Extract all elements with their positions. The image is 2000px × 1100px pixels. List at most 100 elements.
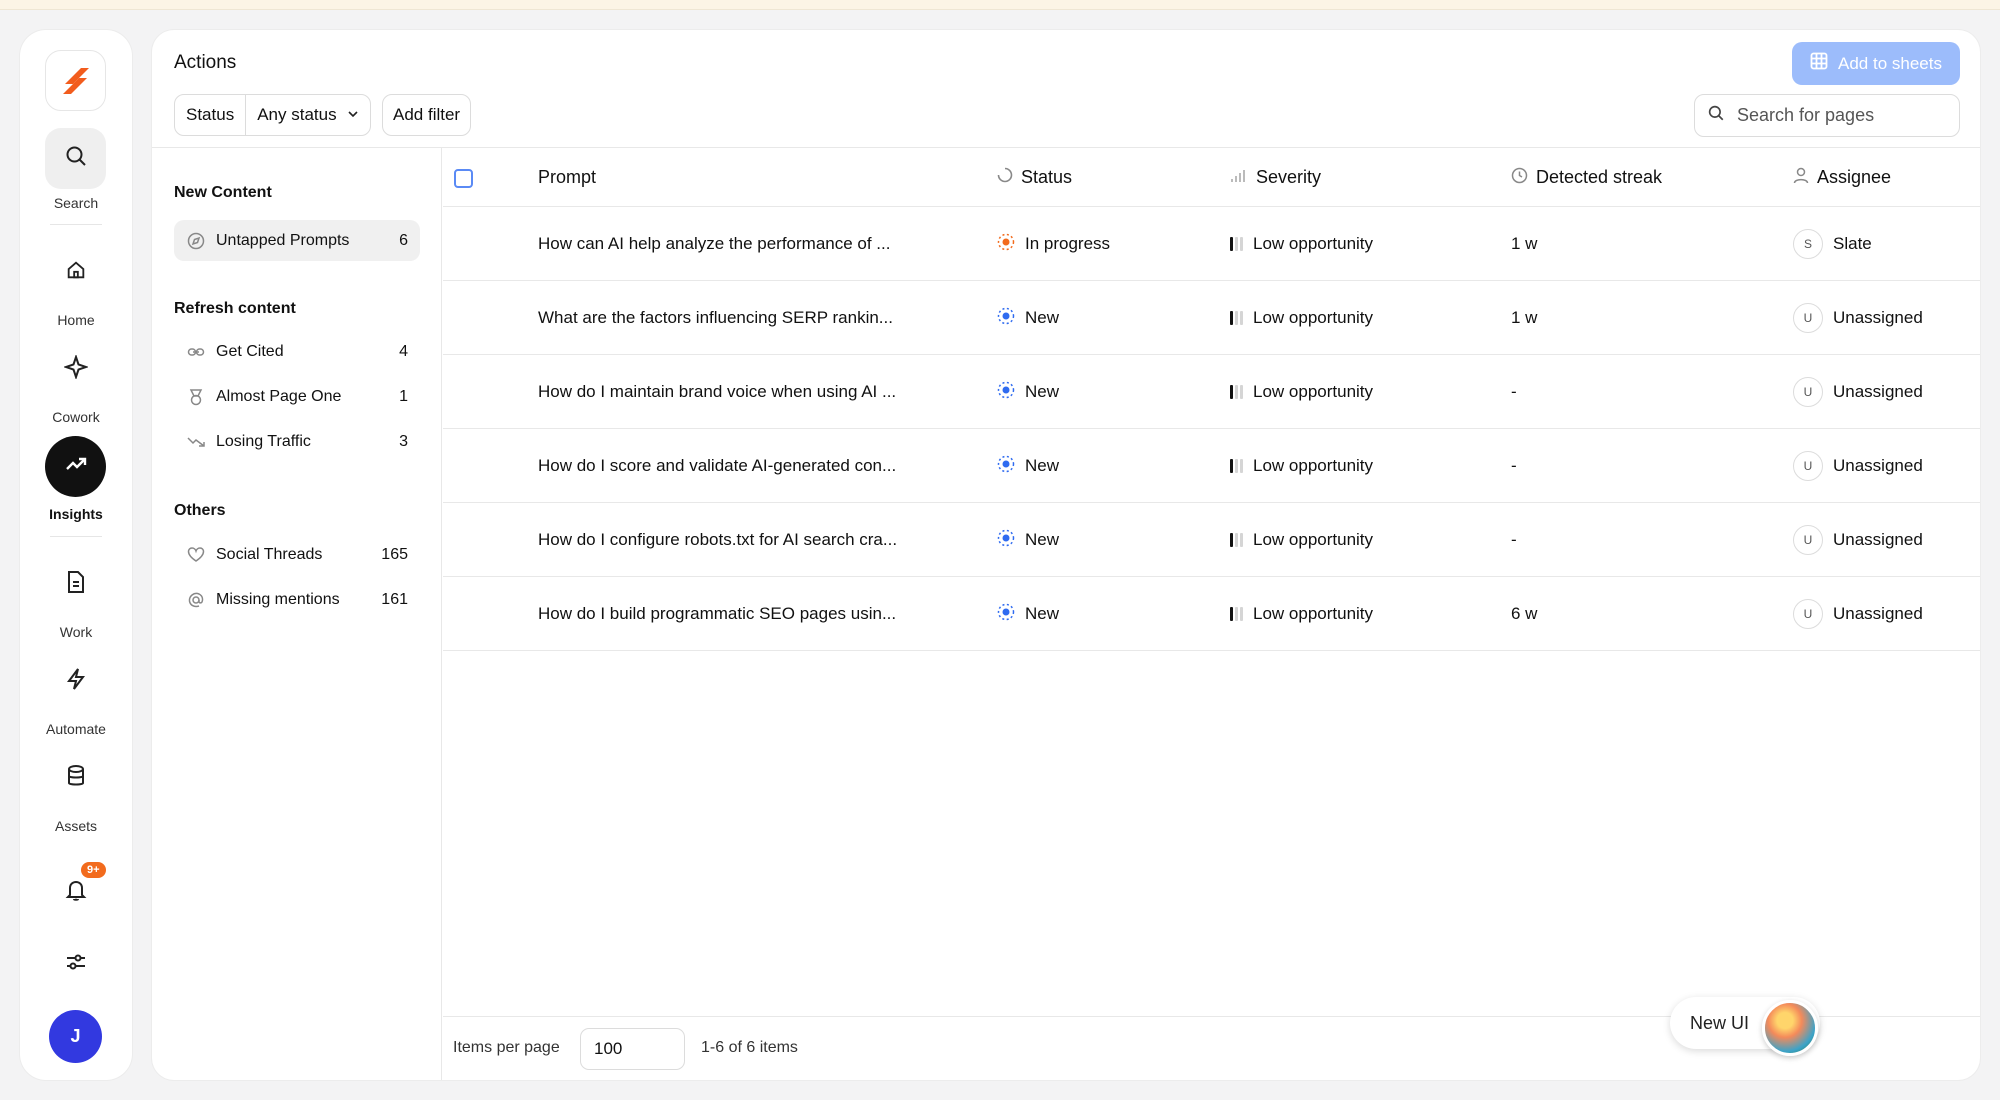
sidebar-item-count: 1 <box>399 387 408 405</box>
section-title-new-content: New Content <box>174 184 272 201</box>
cell-prompt[interactable]: How do I configure robots.txt for AI sea… <box>538 503 897 577</box>
table-row[interactable]: How do I score and validate AI-generated… <box>443 429 1980 503</box>
cell-assignee[interactable]: U Unassigned <box>1793 503 1923 577</box>
cell-status: New <box>997 577 1059 651</box>
new-ui-toggle-knob[interactable] <box>1762 1000 1818 1056</box>
rail-label-automate: Automate <box>46 721 106 737</box>
sidebar-item-label: Missing mentions <box>216 590 340 608</box>
search-pages-input[interactable]: Search for pages <box>1694 94 1960 137</box>
column-header-assignee[interactable]: Assignee <box>1793 148 1891 207</box>
assignee-name: Unassigned <box>1833 382 1923 401</box>
severity-bars-icon <box>1230 311 1243 325</box>
severity-bars-icon <box>1230 237 1243 251</box>
assignee-name: Unassigned <box>1833 604 1923 623</box>
cell-assignee[interactable]: U Unassigned <box>1793 429 1923 503</box>
rail-search-button[interactable] <box>45 128 106 189</box>
rail-label-search: Search <box>53 195 99 211</box>
status-filter: Status Any status <box>174 94 371 136</box>
sidebar-item-label: Social Threads <box>216 545 323 563</box>
sidebar-item-losing-traffic[interactable]: Losing Traffic 3 <box>174 421 420 462</box>
rail-label-work: Work <box>59 624 93 640</box>
sparkle-icon <box>62 353 89 384</box>
rail-assets-button[interactable] <box>45 748 106 809</box>
search-placeholder: Search for pages <box>1737 105 1875 125</box>
sidebar-item-untapped-prompts[interactable]: Untapped Prompts 6 <box>174 220 420 261</box>
sidebar-item-get-cited[interactable]: Get Cited 4 <box>174 331 420 372</box>
table-row[interactable]: How can AI help analyze the performance … <box>443 207 1980 281</box>
rail-automate-button[interactable] <box>45 651 106 712</box>
add-filter-button[interactable]: Add filter <box>382 94 472 136</box>
loader-icon <box>997 167 1013 188</box>
new-ui-label: New UI <box>1690 1012 1750 1033</box>
column-header-severity[interactable]: Severity <box>1230 148 1321 207</box>
actions-table: Prompt Status Severity Detected streak A… <box>443 148 1980 1080</box>
sidebar-item-missing-mentions[interactable]: Missing mentions 161 <box>174 579 420 620</box>
cell-prompt[interactable]: How do I score and validate AI-generated… <box>538 429 896 503</box>
cell-assignee[interactable]: U Unassigned <box>1793 281 1923 355</box>
severity-bars-icon <box>1230 459 1243 473</box>
rail-insights-button[interactable] <box>45 436 106 497</box>
table-row[interactable]: How do I maintain brand voice when using… <box>443 355 1980 429</box>
cell-severity: Low opportunity <box>1230 503 1373 577</box>
column-header-label: Detected streak <box>1536 167 1663 187</box>
sidebar-item-label: Almost Page One <box>216 387 342 405</box>
cell-prompt[interactable]: How do I maintain brand voice when using… <box>538 355 896 429</box>
column-header-label: Prompt <box>538 167 597 187</box>
actions-panel: Actions Add to sheets Status Any status … <box>152 30 1980 1080</box>
status-text: In progress <box>1025 234 1111 253</box>
cell-streak: 1 w <box>1511 234 1538 253</box>
table-row[interactable]: How do I configure robots.txt for AI sea… <box>443 503 1980 577</box>
severity-text: Low opportunity <box>1253 456 1374 475</box>
severity-text: Low opportunity <box>1253 234 1374 253</box>
page-title: Actions <box>174 52 237 73</box>
select-all-checkbox[interactable] <box>454 169 473 188</box>
pagination-range: 1-6 of 6 items <box>701 1039 798 1056</box>
severity-text: Low opportunity <box>1253 308 1374 327</box>
sidebar-item-social-threads[interactable]: Social Threads 165 <box>174 534 420 575</box>
database-icon <box>65 764 87 793</box>
cell-streak: 6 w <box>1511 604 1538 623</box>
select-all-cell <box>443 148 503 207</box>
link-icon <box>186 342 206 362</box>
sidebar-item-almost-page-one[interactable]: Almost Page One 1 <box>174 376 420 417</box>
column-header-prompt[interactable]: Prompt <box>538 148 596 207</box>
user-avatar[interactable]: J <box>49 1010 102 1063</box>
column-header-label: Status <box>1021 167 1073 187</box>
table-row[interactable]: How do I build programmatic SEO pages us… <box>443 577 1980 651</box>
items-per-page-input[interactable]: 100 <box>580 1028 685 1070</box>
cell-assignee[interactable]: U Unassigned <box>1793 577 1923 651</box>
sidebar-item-count: 4 <box>399 342 408 360</box>
status-text: New <box>1025 308 1060 327</box>
cell-assignee[interactable]: U Unassigned <box>1793 355 1923 429</box>
rail-settings-button[interactable] <box>45 934 106 995</box>
cell-status: In progress <box>997 207 1110 281</box>
app-rail: Search Home Cowork Insights Work Automat… <box>20 30 132 1080</box>
column-header-label: Severity <box>1256 167 1322 187</box>
rail-cowork-button[interactable] <box>45 339 106 400</box>
rail-label-cowork: Cowork <box>52 409 100 425</box>
column-header-detected-streak[interactable]: Detected streak <box>1511 148 1662 207</box>
assignee-avatar: U <box>1793 599 1823 629</box>
add-to-sheets-button[interactable]: Add to sheets <box>1792 42 1960 85</box>
rail-divider <box>50 224 102 225</box>
cell-status: New <box>997 429 1059 503</box>
cell-prompt[interactable]: What are the factors influencing SERP ra… <box>538 281 893 355</box>
app-logo[interactable] <box>45 50 106 111</box>
medal-icon <box>186 387 206 407</box>
assignee-avatar: U <box>1793 303 1823 333</box>
table-icon <box>1810 52 1828 75</box>
column-header-status[interactable]: Status <box>997 148 1072 207</box>
rail-home-button[interactable] <box>45 242 106 303</box>
cell-status: New <box>997 355 1059 429</box>
cell-severity: Low opportunity <box>1230 577 1373 651</box>
document-icon <box>65 570 87 599</box>
status-filter-label: Status <box>186 105 235 124</box>
cell-assignee[interactable]: S Slate <box>1793 207 1872 281</box>
cell-prompt[interactable]: How can AI help analyze the performance … <box>538 207 890 281</box>
cell-prompt[interactable]: How do I build programmatic SEO pages us… <box>538 577 896 651</box>
cell-streak: - <box>1511 382 1517 401</box>
table-row[interactable]: What are the factors influencing SERP ra… <box>443 281 1980 355</box>
status-filter-dropdown[interactable]: Any status <box>245 95 369 135</box>
rail-work-button[interactable] <box>45 554 106 615</box>
status-text: New <box>1025 604 1060 623</box>
